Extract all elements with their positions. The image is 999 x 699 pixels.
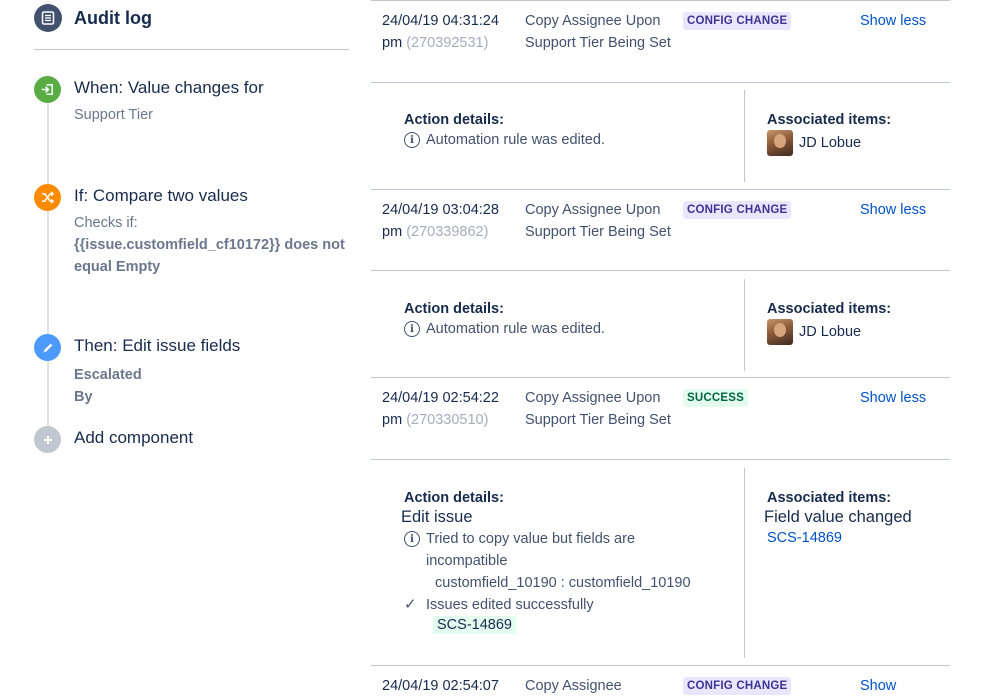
timestamp: 24/04/19 03:04:28 pm (270339862)	[382, 202, 499, 240]
trigger-field: Support Tier	[74, 107, 153, 123]
rule-name: Copy Assignee Upon Support Tier Being Se…	[525, 13, 671, 51]
pencil-icon	[34, 334, 61, 361]
status-badge: CONFIG CHANGE	[683, 12, 792, 30]
success-line: ✓ Issues edited successfully	[404, 594, 594, 616]
info-icon: i	[404, 132, 420, 148]
action-detail-line: i Automation rule was edited.	[404, 129, 605, 151]
timestamp: 24/04/19 02:54:07	[382, 678, 499, 694]
execution-id: (270392531)	[406, 35, 489, 51]
associated-items-label: Associated items:	[767, 490, 892, 506]
audit-row[interactable]: 24/04/19 02:54:07 Copy Assignee CONFIG C…	[371, 675, 950, 699]
info-icon: i	[404, 531, 420, 547]
divider	[371, 82, 950, 83]
associated-user[interactable]: JD Lobue	[767, 319, 861, 345]
show-less-link[interactable]: Show less	[860, 387, 926, 409]
audit-log-icon	[34, 4, 62, 32]
shuffle-icon	[34, 184, 61, 211]
action-details-label: Action details:	[404, 301, 504, 317]
action-details-panel: Action details: i Automation rule was edi…	[371, 279, 950, 371]
action-title: Then: Edit issue fields	[74, 336, 241, 355]
show-less-link[interactable]: Show less	[860, 10, 926, 32]
divider	[371, 270, 950, 271]
status-badge: CONFIG CHANGE	[683, 677, 792, 695]
trigger-icon	[34, 76, 61, 103]
rule-name: Copy Assignee Upon Support Tier Being Se…	[525, 202, 671, 240]
edited-issue-key[interactable]: SCS-14869	[433, 616, 516, 634]
associated-issue-link[interactable]: SCS-14869	[767, 530, 842, 546]
warning-line: i Tried to copy value but fields are inco…	[404, 528, 674, 572]
rule-name: Copy Assignee Upon Support Tier Being Se…	[525, 390, 671, 428]
field-mapping: customfield_10190 : customfield_10190	[435, 575, 691, 591]
associated-items-label: Associated items:	[767, 301, 892, 317]
divider	[371, 189, 950, 190]
details-divider	[744, 279, 745, 371]
add-component-label: Add component	[74, 428, 194, 447]
divider	[371, 459, 950, 460]
trigger-title: When: Value changes for	[74, 78, 264, 97]
status-badge: CONFIG CHANGE	[683, 201, 792, 219]
timestamp: 24/04/19 04:31:24 pm (270392531)	[382, 13, 499, 51]
condition-title: If: Compare two values	[74, 186, 248, 205]
status-badge: SUCCESS	[683, 389, 748, 407]
plus-icon	[34, 426, 61, 453]
action-details-panel: Action details: Edit issue i Tried to cop…	[371, 468, 950, 658]
action-detail-line: i Automation rule was edited.	[404, 318, 605, 340]
avatar	[767, 130, 793, 156]
condition-expression: {{issue.customfield_cf10172}} does not e…	[74, 237, 345, 275]
associated-user[interactable]: JD Lobue	[767, 130, 861, 156]
timestamp: 24/04/19 02:54:22 pm (270330510)	[382, 390, 499, 428]
show-link[interactable]: Show	[860, 675, 896, 697]
audit-log-header[interactable]: Audit log	[34, 4, 152, 32]
divider	[371, 377, 950, 378]
rule-name: Copy Assignee	[525, 678, 622, 694]
execution-id: (270330510)	[406, 412, 489, 428]
show-less-link[interactable]: Show less	[860, 199, 926, 221]
divider	[371, 0, 950, 1]
rule-panel: Audit log When: Value changes for Suppor…	[0, 0, 360, 699]
details-divider	[744, 468, 745, 658]
action-name: Edit issue	[401, 508, 473, 526]
component-timeline	[47, 100, 49, 440]
action-details-label: Action details:	[404, 490, 504, 506]
details-divider	[744, 90, 745, 182]
info-icon: i	[404, 321, 420, 337]
audit-log-title: Audit log	[74, 7, 152, 28]
avatar	[767, 319, 793, 345]
audit-row[interactable]: 24/04/19 04:31:24 pm (270392531) Copy Ass…	[371, 10, 950, 82]
associated-item-title: Field value changed	[764, 508, 912, 526]
action-details-label: Action details:	[404, 112, 504, 128]
audit-row[interactable]: 24/04/19 02:54:22 pm (270330510) Copy Ass…	[371, 387, 950, 459]
header-divider	[34, 49, 349, 50]
condition-label: Checks if:	[74, 215, 138, 231]
audit-row[interactable]: 24/04/19 03:04:28 pm (270339862) Copy Ass…	[371, 199, 950, 271]
associated-items-label: Associated items:	[767, 112, 892, 128]
checkmark-icon: ✓	[404, 596, 417, 613]
execution-id: (270339862)	[406, 224, 489, 240]
action-field: Escalated By	[74, 367, 142, 405]
action-details-panel: Action details: i Automation rule was edi…	[371, 90, 950, 182]
divider	[371, 665, 950, 666]
